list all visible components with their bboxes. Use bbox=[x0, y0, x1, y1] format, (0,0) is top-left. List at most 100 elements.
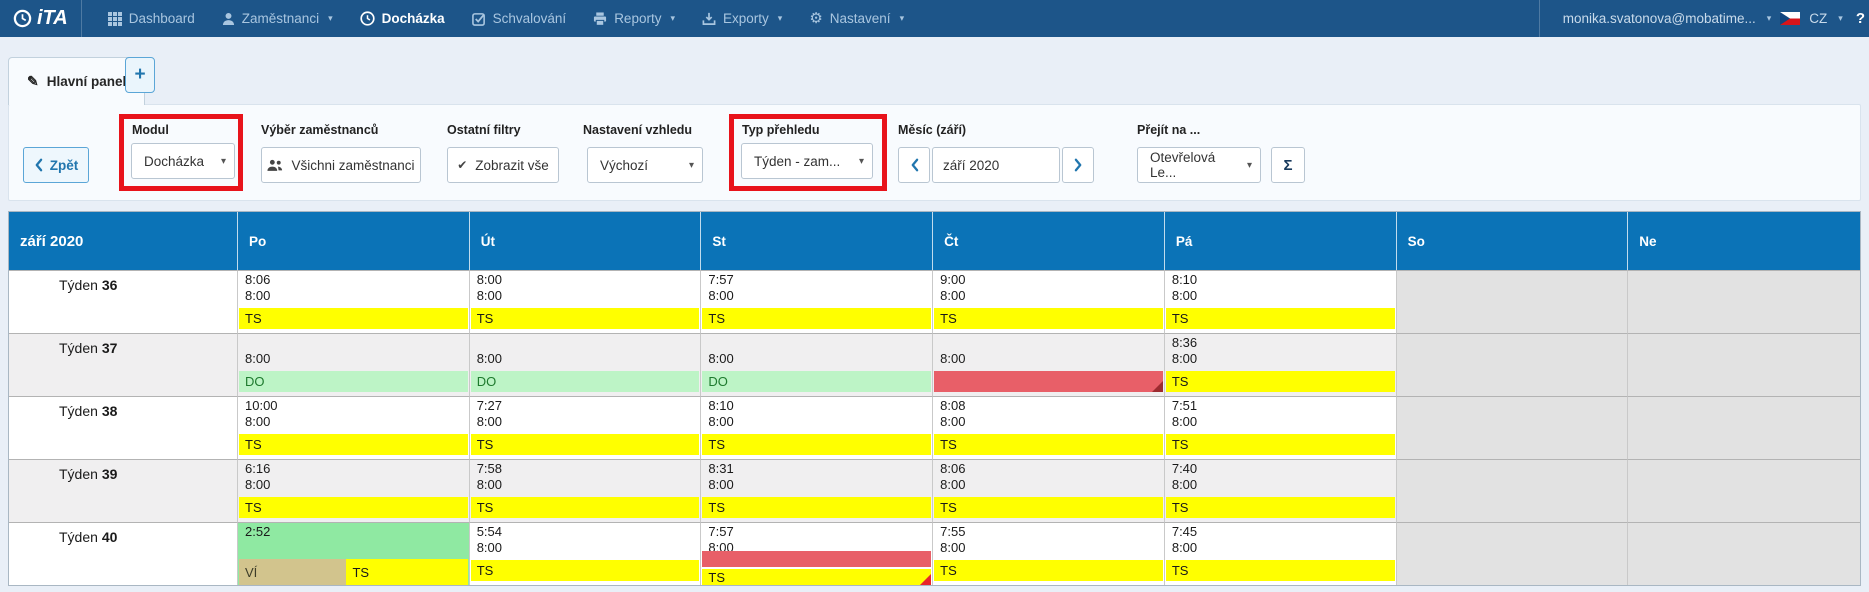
attendance-cell-čt-38[interactable]: 8:088:00TS bbox=[933, 396, 1165, 459]
chevron-down-icon: ▾ bbox=[778, 14, 783, 23]
status-bar-ts: TS bbox=[702, 308, 931, 329]
modul-select[interactable]: Docházka ▾ bbox=[131, 143, 235, 179]
planned-time: 8:00 bbox=[470, 476, 701, 492]
week-label: Týden 36 bbox=[9, 270, 238, 333]
filter-panel: Zpět Modul Docházka ▾ Výběr zaměstnanců … bbox=[8, 104, 1861, 201]
chevron-down-icon: ▾ bbox=[670, 14, 675, 23]
pencil-icon: ✎ bbox=[27, 73, 39, 90]
printer-icon bbox=[593, 12, 607, 26]
attendance-cell-čt-36[interactable]: 9:008:00TS bbox=[933, 270, 1165, 333]
chevron-left-icon bbox=[34, 158, 43, 172]
status-bar-ts: TS bbox=[239, 434, 468, 455]
worked-time: 7:27 bbox=[470, 397, 701, 413]
attendance-cell-čt-39[interactable]: 8:068:00TS bbox=[933, 459, 1165, 522]
worked-time bbox=[470, 334, 701, 350]
nav-item-schvalovani[interactable]: Schvalování bbox=[472, 11, 567, 26]
nav-item-nastaveni[interactable]: ⚙ Nastavení ▾ bbox=[809, 11, 904, 26]
planned-time: 8:00 bbox=[238, 476, 469, 492]
worked-time: 7:40 bbox=[1165, 460, 1396, 476]
view-type-select[interactable]: Týden - zam... ▾ bbox=[741, 143, 873, 179]
other-filters-button[interactable]: ✔ Zobrazit vše bbox=[447, 147, 559, 183]
attendance-cell-út-39[interactable]: 7:588:00TS bbox=[470, 459, 702, 522]
weekend-cell bbox=[1628, 396, 1860, 459]
planned-time: 8:00 bbox=[238, 287, 469, 303]
attendance-cell-po-37[interactable]: 8:00DO bbox=[238, 333, 470, 396]
language-selector[interactable]: CZ bbox=[1809, 11, 1827, 26]
chevron-down-icon: ▾ bbox=[221, 156, 226, 167]
planned-time: 8:00 bbox=[1165, 539, 1396, 555]
attendance-cell-po-38[interactable]: 10:008:00TS bbox=[238, 396, 470, 459]
attendance-cell-út-37[interactable]: 8:00DO bbox=[470, 333, 702, 396]
attendance-cell-út-40[interactable]: 5:548:00TS bbox=[470, 522, 702, 585]
attendance-cell-st-37[interactable]: 8:00DO bbox=[701, 333, 933, 396]
clock-logo-icon bbox=[13, 9, 32, 28]
user-menu[interactable]: monika.svatonova@mobatime... bbox=[1563, 11, 1756, 26]
nav-item-reporty[interactable]: Reporty ▾ bbox=[593, 11, 675, 26]
attendance-cell-pá-40[interactable]: 7:458:00TS bbox=[1165, 522, 1397, 585]
attendance-cell-po-40[interactable]: 2:52 VÍTS bbox=[238, 522, 470, 585]
attendance-cell-st-36[interactable]: 7:578:00TS bbox=[701, 270, 933, 333]
attendance-cell-čt-40[interactable]: 7:558:00TS bbox=[933, 522, 1165, 585]
week-label: Týden 37 bbox=[9, 333, 238, 396]
worked-time: 5:54 bbox=[470, 523, 701, 539]
worked-time: 7:55 bbox=[933, 523, 1164, 539]
attendance-cell-čt-37[interactable]: 8:00 bbox=[933, 333, 1165, 396]
check-icon: ✔ bbox=[457, 158, 467, 172]
status-bar-do: DO bbox=[239, 371, 468, 392]
attendance-cell-pá-39[interactable]: 7:408:00TS bbox=[1165, 459, 1397, 522]
clock-icon bbox=[360, 11, 375, 26]
back-button[interactable]: Zpět bbox=[23, 147, 89, 183]
next-month-button[interactable] bbox=[1062, 147, 1094, 183]
chevron-down-icon: ▾ bbox=[859, 156, 864, 167]
previous-month-button[interactable] bbox=[898, 147, 930, 183]
month-input[interactable] bbox=[932, 147, 1060, 183]
weekend-cell bbox=[1397, 459, 1629, 522]
worked-time: 8:06 bbox=[238, 271, 469, 287]
status-bar-ts: TS bbox=[934, 497, 1163, 518]
worked-time: 10:00 bbox=[238, 397, 469, 413]
top-navbar: iTA Dashboard Zaměstnanci ▾ Docházka bbox=[0, 0, 1869, 37]
attendance-cell-po-36[interactable]: 8:068:00TS bbox=[238, 270, 470, 333]
attendance-cell-st-40[interactable]: 7:578:00TS bbox=[701, 522, 933, 585]
nav-item-dashboard[interactable]: Dashboard bbox=[108, 11, 195, 26]
check-square-icon bbox=[472, 12, 486, 26]
day-header-čt: Čt bbox=[933, 212, 1165, 270]
worked-time: 8:06 bbox=[933, 460, 1164, 476]
attendance-cell-pá-36[interactable]: 8:108:00TS bbox=[1165, 270, 1397, 333]
chevron-down-icon[interactable]: ▾ bbox=[1767, 14, 1772, 23]
planned-time: 8:00 bbox=[1165, 287, 1396, 303]
goto-employee-select[interactable]: Otevřelová Le... ▾ bbox=[1137, 147, 1261, 183]
attendance-cell-st-38[interactable]: 8:108:00TS bbox=[701, 396, 933, 459]
people-icon bbox=[267, 159, 283, 172]
filter-label-typ-prehledu: Typ přehledu bbox=[742, 123, 820, 137]
worked-time: 2:52 bbox=[238, 523, 469, 539]
chevron-down-icon[interactable]: ▾ bbox=[1838, 14, 1843, 23]
planned-time: 8:00 bbox=[470, 539, 701, 555]
status-bar-ts: TS bbox=[934, 560, 1163, 581]
week-label: Týden 38 bbox=[9, 396, 238, 459]
app-logo: iTA bbox=[0, 7, 81, 30]
help-icon[interactable]: ? bbox=[1856, 10, 1865, 27]
status-bar-ts: TS bbox=[471, 308, 700, 329]
nav-item-dochazka[interactable]: Docházka bbox=[360, 11, 445, 26]
attendance-cell-po-39[interactable]: 6:168:00TS bbox=[238, 459, 470, 522]
status-bar-ts: TS bbox=[239, 497, 468, 518]
status-bar-do: DO bbox=[702, 371, 931, 392]
weekend-cell bbox=[1628, 522, 1860, 585]
appearance-select[interactable]: Výchozí ▾ bbox=[587, 147, 703, 183]
attendance-cell-út-36[interactable]: 8:008:00TS bbox=[470, 270, 702, 333]
attendance-cell-út-38[interactable]: 7:278:00TS bbox=[470, 396, 702, 459]
planned-time: 8:00 bbox=[1165, 350, 1396, 366]
attendance-cell-st-39[interactable]: 8:318:00TS bbox=[701, 459, 933, 522]
nav-item-exporty[interactable]: Exporty ▾ bbox=[702, 11, 782, 26]
worked-time: 8:10 bbox=[1165, 271, 1396, 287]
gear-icon: ⚙ bbox=[809, 11, 822, 26]
attendance-cell-pá-37[interactable]: 8:368:00TS bbox=[1165, 333, 1397, 396]
sum-button[interactable]: Σ bbox=[1271, 147, 1305, 183]
attendance-cell-pá-38[interactable]: 7:518:00TS bbox=[1165, 396, 1397, 459]
add-tab-button[interactable]: + bbox=[125, 57, 155, 93]
nav-item-zamestnanci[interactable]: Zaměstnanci ▾ bbox=[222, 11, 333, 26]
status-bar-ts: TS bbox=[702, 569, 931, 585]
weekend-cell bbox=[1628, 333, 1860, 396]
employee-filter-button[interactable]: Všichni zaměstnanci bbox=[261, 147, 421, 183]
